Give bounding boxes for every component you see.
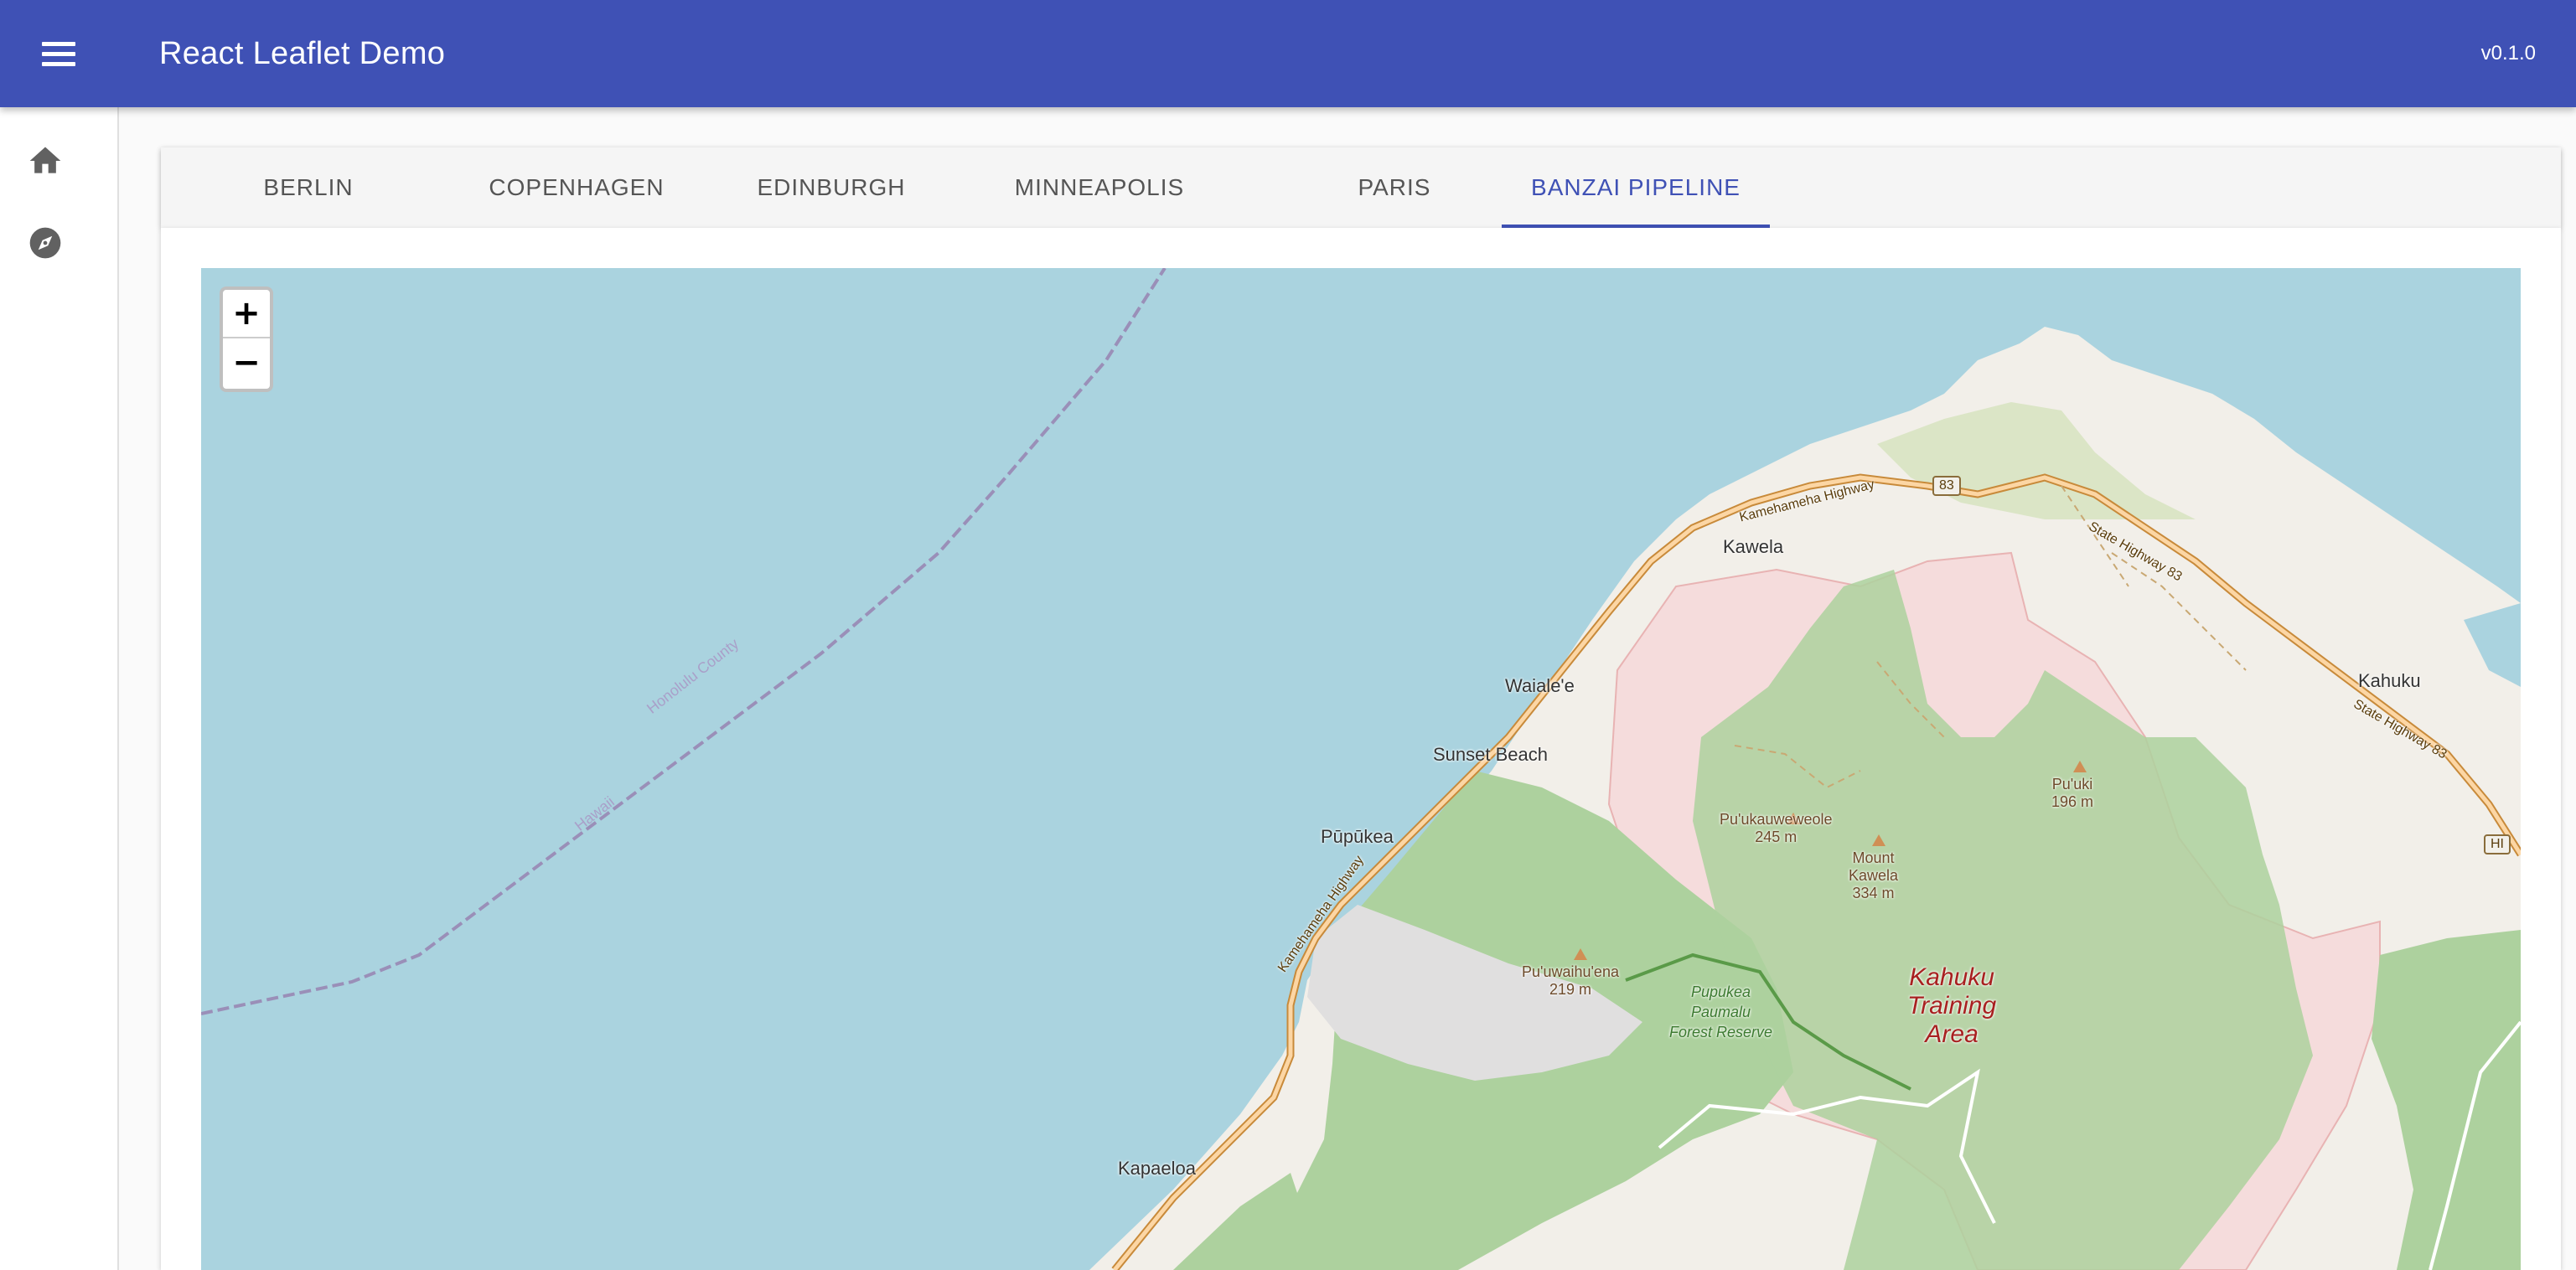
place-label-waialee: Waiale'e <box>1505 675 1575 696</box>
city-tabs: BERLIN COPENHAGEN EDINBURGH MINNEAPOLIS … <box>161 147 2561 228</box>
map-tiles <box>201 268 2521 1270</box>
tab-berlin[interactable]: BERLIN <box>215 147 402 228</box>
county-boundary <box>201 268 1166 1015</box>
forest-label-line: Forest Reserve <box>1669 1024 1773 1040</box>
peak-name: Mount <box>1852 849 1895 866</box>
peak-elevation: 334 m <box>1852 885 1895 901</box>
peak-name: Pu'uki <box>2051 776 2093 792</box>
map-card: + − Kawela Waiale'e Sunset Beach Pūpūkea… <box>161 228 2561 1270</box>
training-label-line: Kahuku <box>1909 963 1994 991</box>
peak-name: Pu'ukauweweole <box>1720 811 1833 828</box>
peak-label-puukauweweole: Pu'ukauweweole 245 m <box>1720 811 1833 846</box>
place-label-kawela: Kawela <box>1723 536 1784 557</box>
training-area-label: Kahuku Training Area <box>1907 963 1996 1049</box>
peak-label-puuki: Pu'uki 196 m <box>2051 776 2093 811</box>
version-label: v0.1.0 <box>2480 42 2536 65</box>
menu-button[interactable] <box>34 32 84 75</box>
tab-banzai-pipeline[interactable]: BANZAI PIPELINE <box>1502 147 1770 228</box>
peak-label-mount-kawela: Mount Kawela 334 m <box>1849 849 1898 902</box>
app-bar: React Leaflet Demo v0.1.0 <box>0 0 2576 107</box>
menu-icon <box>42 41 75 46</box>
route-shield-83: 83 <box>1932 476 1961 496</box>
place-label-kahuku: Kahuku <box>2358 670 2421 691</box>
tab-edinburgh[interactable]: EDINBURGH <box>724 147 939 228</box>
tab-paris[interactable]: PARIS <box>1260 147 1529 228</box>
menu-icon-bar <box>42 61 75 66</box>
training-label-line: Training <box>1907 992 1997 1020</box>
tab-minneapolis[interactable]: MINNEAPOLIS <box>965 147 1234 228</box>
app-title: React Leaflet Demo <box>159 36 446 71</box>
zoom-control: + − <box>220 287 273 392</box>
leaflet-map[interactable]: + − Kawela Waiale'e Sunset Beach Pūpūkea… <box>201 268 2521 1270</box>
zoom-in-button[interactable]: + <box>223 290 270 338</box>
peak-name-2: Kawela <box>1849 867 1899 884</box>
sidebar-item-home[interactable] <box>25 141 65 181</box>
peak-elevation: 245 m <box>1755 829 1798 845</box>
peak-name: Pu'uwaihu'ena <box>1522 963 1619 980</box>
sidebar <box>0 107 119 1270</box>
place-label-pupukea: Pūpūkea <box>1321 826 1394 847</box>
zoom-out-button[interactable]: − <box>223 338 270 387</box>
peak-elevation: 219 m <box>1549 981 1591 998</box>
route-shield-hi: HI <box>2484 834 2511 854</box>
training-label-line: Area <box>1925 1020 1979 1048</box>
tab-copenhagen[interactable]: COPENHAGEN <box>456 147 697 228</box>
place-label-sunset-beach: Sunset Beach <box>1433 744 1548 765</box>
sidebar-item-explore[interactable] <box>25 223 65 263</box>
explore-icon <box>29 227 61 259</box>
peak-elevation: 196 m <box>2051 793 2094 810</box>
peak-label-puuwaihuena: Pu'uwaihu'ena 219 m <box>1522 963 1619 999</box>
home-icon <box>29 147 61 173</box>
forest-label-line: Pupukea <box>1690 983 1751 1000</box>
forest-reserve-label: Pupukea Paumalu Forest Reserve <box>1669 982 1772 1042</box>
forest-label-line: Paumalu <box>1691 1004 1751 1020</box>
place-label-kapaeloa: Kapaeloa <box>1118 1158 1196 1179</box>
menu-icon-bar <box>42 51 75 56</box>
